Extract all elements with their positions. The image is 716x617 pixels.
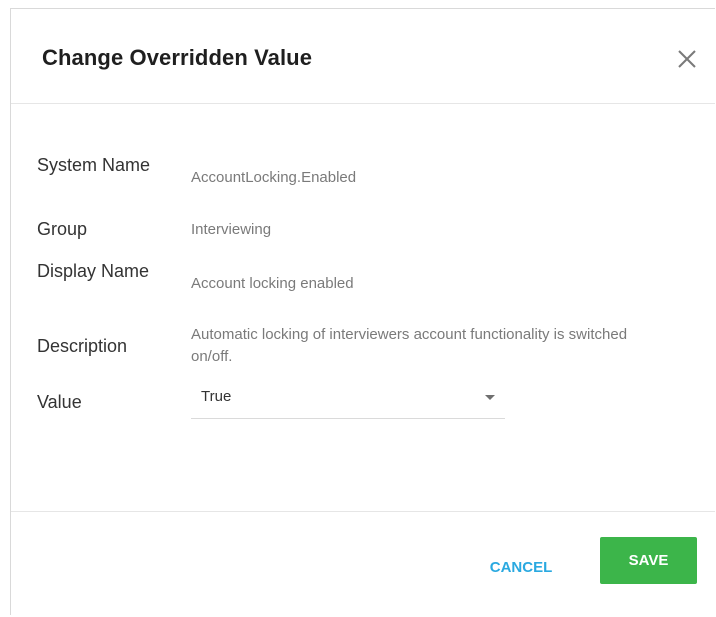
value-label: Value bbox=[37, 392, 82, 412]
dialog-title: Change Overridden Value bbox=[42, 45, 313, 70]
group-label: Group bbox=[37, 219, 88, 239]
caret-down-icon bbox=[485, 395, 495, 400]
dialog-footer: CANCEL SAVE bbox=[11, 511, 715, 617]
close-icon bbox=[678, 50, 696, 68]
close-button[interactable] bbox=[673, 45, 701, 73]
system-name-label: System Name bbox=[37, 155, 151, 175]
display-name-value: Account locking enabled bbox=[191, 275, 354, 292]
group-value: Interviewing bbox=[191, 221, 272, 238]
value-select[interactable]: True bbox=[191, 384, 505, 419]
save-button[interactable]: SAVE bbox=[600, 537, 697, 584]
change-overridden-value-dialog: Change Overridden Value System Name Acco… bbox=[10, 8, 715, 615]
value-select-selected: True bbox=[201, 388, 232, 405]
display-name-label: Display Name bbox=[37, 261, 150, 281]
description-value: Automatic locking of interviewers accoun… bbox=[191, 326, 628, 365]
description-label: Description bbox=[37, 336, 128, 356]
system-name-value: AccountLocking.Enabled bbox=[191, 169, 357, 186]
cancel-button[interactable]: CANCEL bbox=[481, 546, 561, 590]
dialog-header: Change Overridden Value bbox=[11, 9, 715, 104]
